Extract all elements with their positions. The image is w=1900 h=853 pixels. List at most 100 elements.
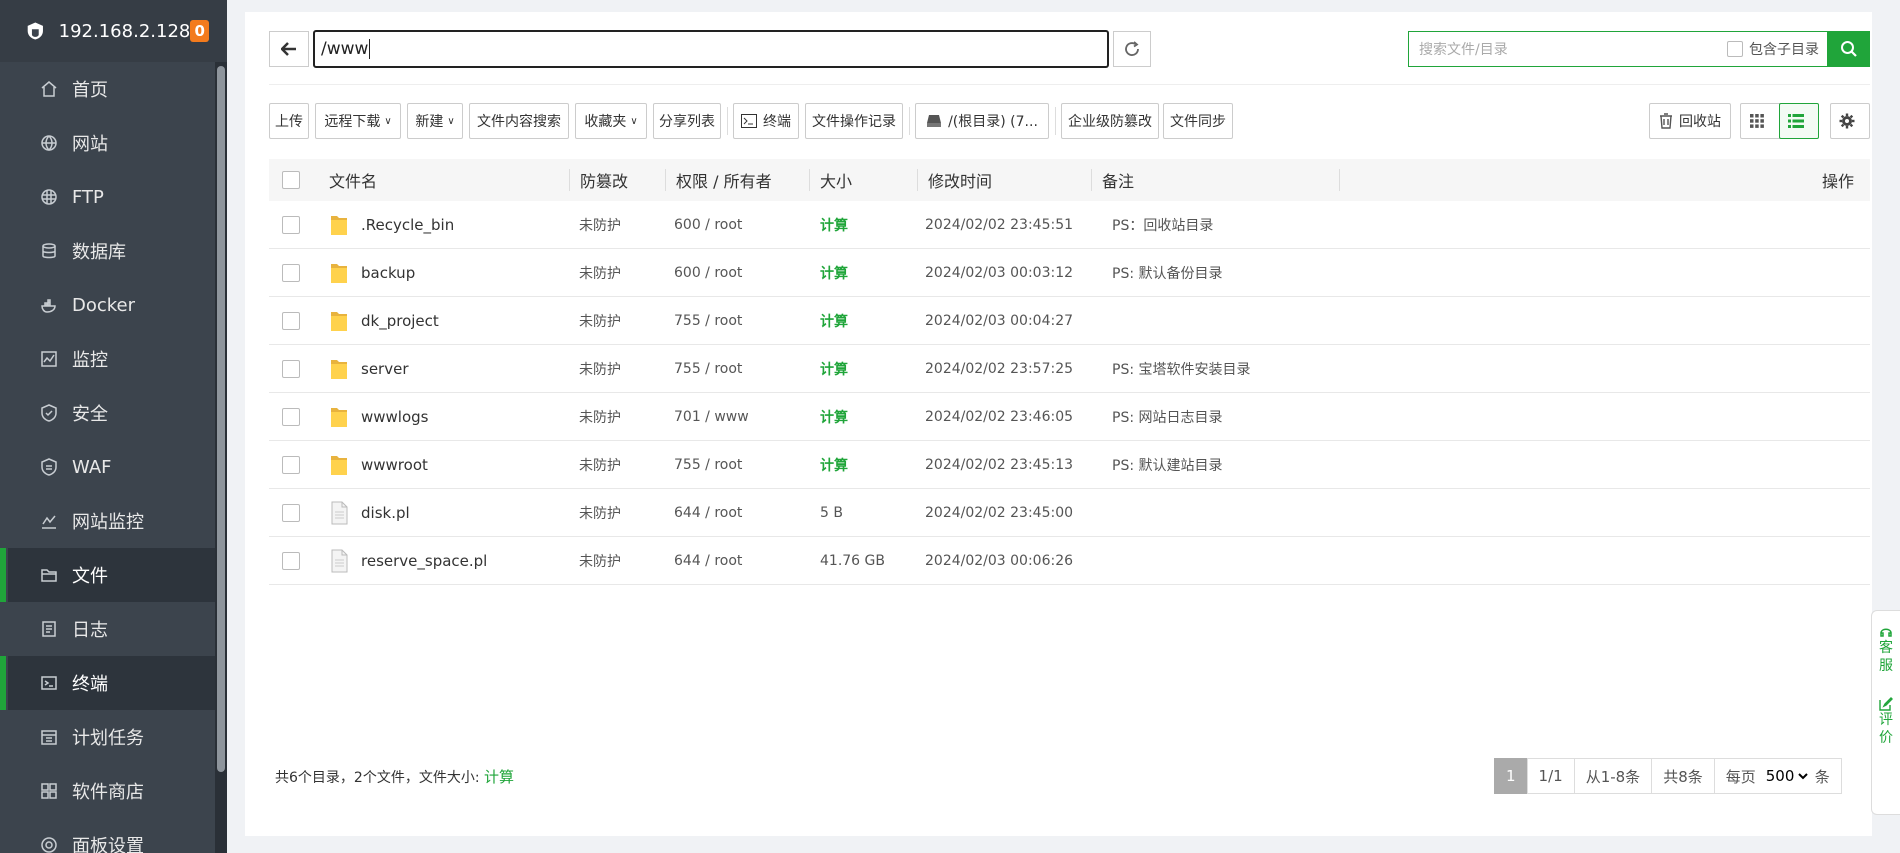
permission-owner[interactable]: 600 / root — [674, 249, 742, 297]
list-view-button[interactable] — [1779, 103, 1819, 139]
file-note[interactable]: PS: 默认建站目录 — [1112, 441, 1223, 489]
share-list-button[interactable]: 分享列表 — [653, 103, 721, 139]
row-checkbox[interactable] — [282, 393, 300, 441]
per-page-dropdown[interactable]: 500 — [1761, 766, 1811, 786]
terminal-button[interactable]: 终端 — [733, 103, 799, 139]
file-name[interactable]: backup — [361, 264, 415, 282]
file-size[interactable]: 计算 — [820, 393, 848, 441]
file-size[interactable]: 计算 — [820, 297, 848, 345]
row-checkbox[interactable] — [282, 249, 300, 297]
sidebar-item-waf[interactable]: WAF — [8, 440, 215, 494]
checkbox-box[interactable] — [282, 504, 300, 522]
sidebar-item-terminal[interactable]: 终端 — [0, 656, 215, 710]
permission-owner[interactable]: 644 / root — [674, 537, 742, 585]
permission-owner[interactable]: 755 / root — [674, 345, 742, 393]
sidebar-item-home[interactable]: 首页 — [8, 62, 215, 116]
row-checkbox[interactable] — [282, 489, 300, 537]
upload-button[interactable]: 上传 — [269, 103, 309, 139]
file-size[interactable]: 计算 — [820, 345, 848, 393]
sidebar-item-logs[interactable]: 日志 — [8, 602, 215, 656]
sidebar-item-files[interactable]: 文件 — [0, 548, 215, 602]
disk-button[interactable]: /(根目录) (7... — [915, 103, 1049, 139]
file-name-cell[interactable]: .Recycle_bin — [329, 201, 454, 249]
search-input[interactable]: 搜索文件/目录 包含子目录 — [1408, 31, 1828, 67]
file-name[interactable]: disk.pl — [361, 504, 410, 522]
sidebar-item-ftp[interactable]: FTP — [8, 170, 215, 224]
select-all-checkbox[interactable] — [282, 159, 300, 201]
col-mtime[interactable]: 修改时间 — [928, 159, 992, 201]
sidebar-scrollbar[interactable] — [215, 62, 227, 853]
file-name[interactable]: wwwlogs — [361, 408, 429, 426]
new-dropdown[interactable]: 新建 ∨ — [407, 103, 463, 139]
tamper-status[interactable]: 未防护 — [579, 201, 621, 249]
calc-size-link[interactable]: 计算 — [484, 768, 514, 786]
file-size[interactable]: 计算 — [820, 441, 848, 489]
file-note[interactable]: PS：回收站目录 — [1112, 201, 1213, 249]
notification-badge[interactable]: 0 — [190, 20, 209, 42]
table-row[interactable]: wwwlogs 未防护 701 / www 计算 2024/02/02 23:46:05… — [269, 393, 1870, 441]
file-name[interactable]: wwwroot — [361, 456, 428, 474]
row-checkbox[interactable] — [282, 441, 300, 489]
tamper-protection-button[interactable]: 企业级防篡改 — [1061, 103, 1159, 139]
file-note[interactable]: PS: 网站日志目录 — [1112, 393, 1223, 441]
recycle-bin-button[interactable]: 回收站 — [1649, 103, 1731, 139]
file-name-cell[interactable]: disk.pl — [329, 489, 410, 537]
table-row[interactable]: disk.pl 未防护 644 / root 5 B 2024/02/02 23:45:… — [269, 489, 1870, 537]
grid-view-button[interactable] — [1740, 103, 1780, 139]
back-button[interactable] — [269, 31, 309, 67]
col-size[interactable]: 大小 — [820, 159, 852, 201]
file-size[interactable]: 计算 — [820, 249, 848, 297]
permission-owner[interactable]: 755 / root — [674, 441, 742, 489]
table-row[interactable]: .Recycle_bin 未防护 600 / root 计算 2024/02/02 23… — [269, 201, 1870, 249]
table-row[interactable]: dk_project 未防护 755 / root 计算 2024/02/03 00:0… — [269, 297, 1870, 345]
tamper-status[interactable]: 未防护 — [579, 345, 621, 393]
row-checkbox[interactable] — [282, 345, 300, 393]
file-note[interactable]: PS: 宝塔软件安装目录 — [1112, 345, 1251, 393]
col-name[interactable]: 文件名 — [329, 159, 377, 201]
per-page-select[interactable]: 每页 500 条 — [1713, 758, 1842, 794]
checkbox-box[interactable] — [282, 216, 300, 234]
checkbox-box[interactable] — [282, 312, 300, 330]
file-name-cell[interactable]: dk_project — [329, 297, 439, 345]
permission-owner[interactable]: 644 / root — [674, 489, 742, 537]
favorites-dropdown[interactable]: 收藏夹 ∨ — [575, 103, 647, 139]
path-input[interactable]: /www — [313, 30, 1109, 68]
table-row[interactable]: server 未防护 755 / root 计算 2024/02/02 23:57:25… — [269, 345, 1870, 393]
customer-service-button[interactable]: 客 服 — [1879, 625, 1893, 675]
file-name[interactable]: .Recycle_bin — [361, 216, 454, 234]
file-name[interactable]: reserve_space.pl — [361, 552, 487, 570]
content-search-button[interactable]: 文件内容搜索 — [469, 103, 569, 139]
file-sync-button[interactable]: 文件同步 — [1163, 103, 1233, 139]
sidebar-item-settings[interactable]: 面板设置 — [8, 818, 215, 853]
sidebar-item-monitor[interactable]: 监控 — [8, 332, 215, 386]
col-note[interactable]: 备注 — [1102, 159, 1134, 201]
checkbox-box[interactable] — [282, 408, 300, 426]
tamper-status[interactable]: 未防护 — [579, 393, 621, 441]
col-perm[interactable]: 权限 / 所有者 — [676, 159, 772, 201]
tamper-status[interactable]: 未防护 — [579, 537, 621, 585]
settings-button[interactable] — [1830, 103, 1870, 139]
file-name-cell[interactable]: wwwroot — [329, 441, 428, 489]
file-name-cell[interactable]: reserve_space.pl — [329, 537, 487, 585]
sidebar-item-security[interactable]: 安全 — [8, 386, 215, 440]
file-name-cell[interactable]: backup — [329, 249, 415, 297]
tamper-status[interactable]: 未防护 — [579, 441, 621, 489]
checkbox-box[interactable] — [282, 456, 300, 474]
tamper-status[interactable]: 未防护 — [579, 297, 621, 345]
row-checkbox[interactable] — [282, 297, 300, 345]
file-size[interactable]: 计算 — [820, 201, 848, 249]
checkbox-box[interactable] — [282, 264, 300, 282]
row-checkbox[interactable] — [282, 537, 300, 585]
permission-owner[interactable]: 701 / www — [674, 393, 749, 441]
checkbox-box[interactable] — [282, 552, 300, 570]
checkbox-box[interactable] — [1727, 41, 1743, 57]
sidebar-item-database[interactable]: 数据库 — [8, 224, 215, 278]
sidebar-scrollbar-thumb[interactable] — [217, 66, 225, 772]
sidebar-item-website[interactable]: 网站 — [8, 116, 215, 170]
include-subdir-checkbox[interactable]: 包含子目录 — [1727, 39, 1819, 59]
tamper-status[interactable]: 未防护 — [579, 489, 621, 537]
refresh-button[interactable] — [1113, 31, 1151, 67]
file-name[interactable]: server — [361, 360, 408, 378]
sidebar-item-app-store[interactable]: 软件商店 — [8, 764, 215, 818]
file-note[interactable]: PS: 默认备份目录 — [1112, 249, 1223, 297]
